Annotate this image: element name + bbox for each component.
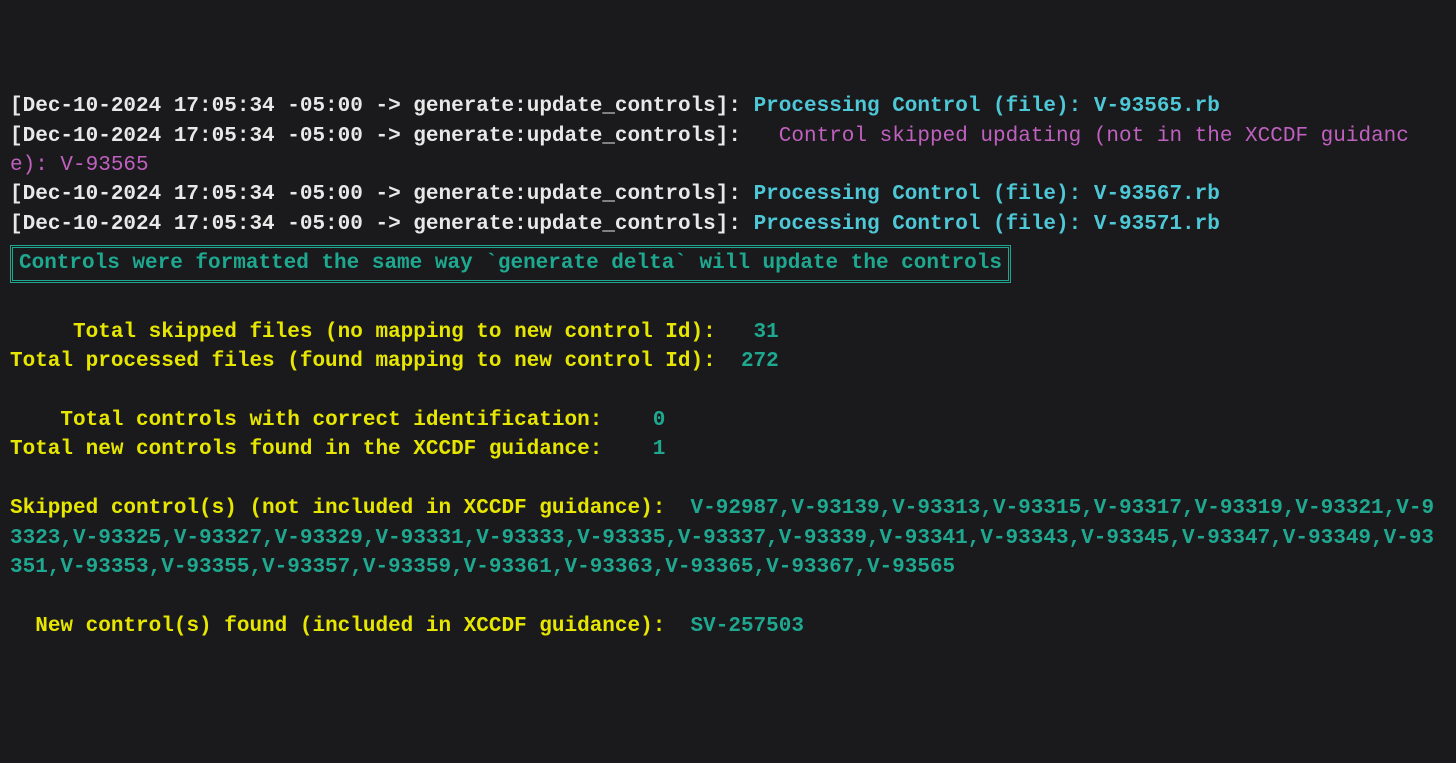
skipped-controls-label: Skipped control(s) (not included in XCCD… — [10, 497, 665, 520]
new-controls-label: New control(s) found (included in XCCDF … — [10, 615, 665, 638]
summary-line: Total skipped files (no mapping to new c… — [10, 321, 716, 344]
log-msg: Processing Control (file): — [754, 95, 1082, 118]
log-line: [Dec-10-2024 17:05:34 -05:00 -> generate… — [10, 213, 1220, 236]
summary-line: Total new controls found in the XCCDF gu… — [10, 438, 602, 461]
log-bracket: [Dec-10-2024 17:05:34 -05:00 -> generate… — [10, 125, 741, 148]
log-id: V-93565 — [60, 154, 148, 177]
log-bracket: [Dec-10-2024 17:05:34 -05:00 -> generate… — [10, 213, 741, 236]
log-bracket: [Dec-10-2024 17:05:34 -05:00 -> generate… — [10, 183, 741, 206]
summary-value: 31 — [754, 321, 779, 344]
summary-value: 0 — [653, 409, 666, 432]
summary-line: Total processed files (found mapping to … — [10, 350, 716, 373]
box-message: Controls were formatted the same way `ge… — [19, 252, 1002, 275]
log-file: V-93567.rb — [1094, 183, 1220, 206]
summary-value: 272 — [741, 350, 779, 373]
summary-value: 1 — [653, 438, 666, 461]
summary-line: Total controls with correct identificati… — [10, 409, 602, 432]
terminal-output: [Dec-10-2024 17:05:34 -05:00 -> generate… — [10, 92, 1446, 641]
new-controls-list: SV-257503 — [691, 615, 804, 638]
log-file: V-93565.rb — [1094, 95, 1220, 118]
log-bracket: [Dec-10-2024 17:05:34 -05:00 -> generate… — [10, 95, 741, 118]
log-line: [Dec-10-2024 17:05:34 -05:00 -> generate… — [10, 183, 1220, 206]
log-file: V-93571.rb — [1094, 213, 1220, 236]
info-box: Controls were formatted the same way `ge… — [10, 245, 1011, 282]
log-msg: Processing Control (file): — [754, 213, 1082, 236]
log-msg: Processing Control (file): — [754, 183, 1082, 206]
log-line: [Dec-10-2024 17:05:34 -05:00 -> generate… — [10, 125, 1409, 177]
log-line: [Dec-10-2024 17:05:34 -05:00 -> generate… — [10, 95, 1220, 118]
